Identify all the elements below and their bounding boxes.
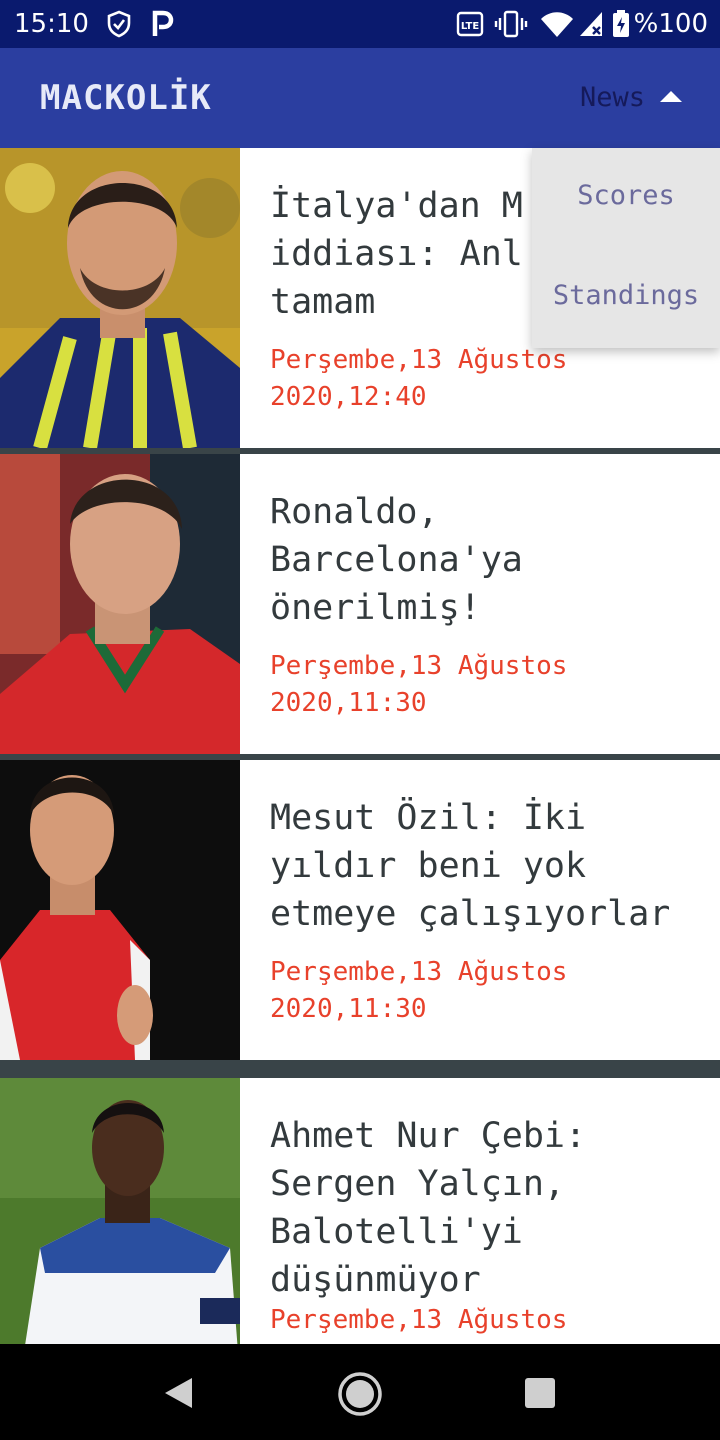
recents-icon[interactable] — [524, 1377, 556, 1413]
player-arsenal-photo — [0, 760, 240, 1060]
player-fenerbahce-photo — [0, 148, 240, 448]
app-title: MACKOLİK — [40, 78, 212, 118]
parking-p-icon — [150, 10, 174, 42]
date-text: Perşembe,13 Ağustos 2020,11:30 — [270, 651, 568, 718]
news-card[interactable]: Mesut Özil: İki yıldır beni yok etmeye ç… — [0, 760, 720, 1060]
status-time: 15:10 — [14, 9, 89, 39]
battery-percent: %100 — [633, 9, 708, 39]
news-menu-button[interactable]: News — [580, 82, 645, 113]
home-icon[interactable] — [336, 1370, 384, 1422]
player-portugal-photo — [0, 454, 240, 754]
date-text: Perşembe,13 Ağustos 2020,11:30 — [270, 957, 568, 1024]
back-icon[interactable] — [162, 1376, 194, 1414]
status-bar: 15:10 LTE %100 — [0, 0, 720, 48]
news-card[interactable]: Ronaldo, Barcelona'ya önerilmiş! Perşemb… — [0, 454, 720, 754]
headline[interactable]: Mesut Özil: İki yıldır beni yok etmeye ç… — [270, 794, 710, 938]
signal-icon — [578, 10, 604, 42]
date-text: Perşembe,13 Ağustos 2020,12:40 — [270, 345, 568, 412]
shield-check-icon — [106, 10, 132, 42]
dropdown-menu: Scores Standings — [532, 148, 720, 348]
svg-text:LTE: LTE — [461, 21, 480, 32]
headline[interactable]: Ahmet Nur Çebi: Sergen Yalçın, Balotelli… — [270, 1112, 710, 1304]
caret-up-icon[interactable] — [660, 91, 682, 102]
player-brescia-photo — [0, 1078, 240, 1344]
headline[interactable]: Ronaldo, Barcelona'ya önerilmiş! — [270, 488, 710, 632]
menu-item-scores[interactable]: Scores — [532, 180, 720, 211]
menu-item-standings[interactable]: Standings — [532, 280, 720, 311]
vibrate-icon — [494, 10, 528, 42]
wifi-icon — [540, 10, 574, 42]
navigation-bar — [0, 1344, 720, 1440]
news-card[interactable]: Ahmet Nur Çebi: Sergen Yalçın, Balotelli… — [0, 1078, 720, 1344]
app-bar: MACKOLİK News — [0, 48, 720, 148]
volte-icon: LTE — [456, 10, 484, 42]
battery-charging-icon — [612, 10, 630, 42]
date-text: Perşembe,13 Ağustos 2020,11:05 — [270, 1305, 568, 1344]
